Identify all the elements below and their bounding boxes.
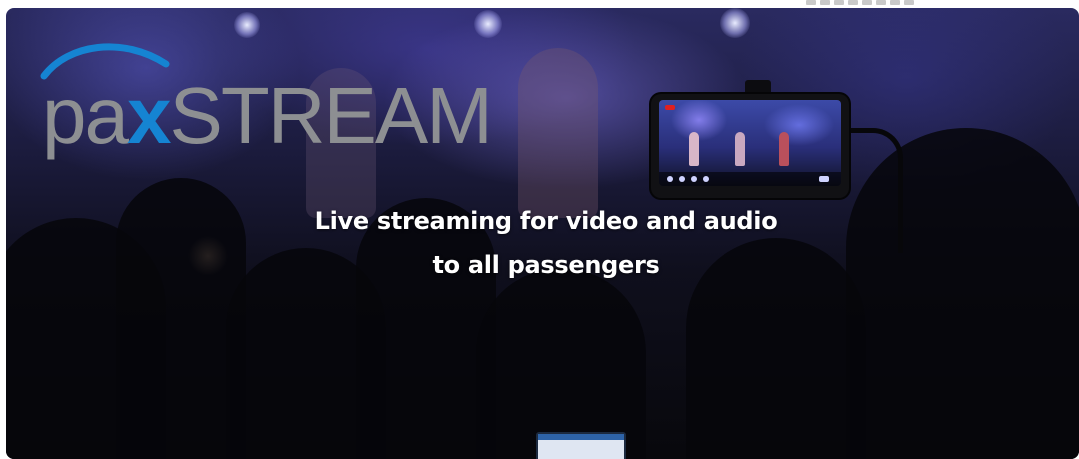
stage-light xyxy=(234,12,260,38)
phone-toolbar xyxy=(659,172,841,186)
logo-pa: pa xyxy=(42,71,129,160)
toolbar-icon xyxy=(679,176,685,182)
performer-figure xyxy=(689,132,699,166)
headline-line-2: to all passengers xyxy=(432,251,660,279)
stage-light xyxy=(474,10,502,38)
paxstream-logo: paxSTREAM xyxy=(38,36,508,156)
toolbar-icon xyxy=(703,176,709,182)
toolbar-icon xyxy=(667,176,673,182)
logo-stream: STREAM xyxy=(169,71,492,160)
stage-light xyxy=(720,8,750,38)
logo-wordmark: paxSTREAM xyxy=(42,76,493,156)
performer-silhouette xyxy=(518,48,598,218)
hero-headline: Live streaming for video and audio to al… xyxy=(6,199,1079,287)
toolbar-icon xyxy=(691,176,697,182)
top-right-decoration xyxy=(806,0,926,6)
headline-line-1: Live streaming for video and audio xyxy=(314,207,778,235)
logo-x: x xyxy=(126,71,171,160)
performer-figure xyxy=(779,132,789,166)
tablet-screen xyxy=(536,432,626,459)
smartphone-recording-icon xyxy=(651,94,849,198)
performer-figure xyxy=(735,132,745,166)
hero-banner: paxSTREAM Live streaming for video and a… xyxy=(6,8,1079,459)
record-indicator-icon xyxy=(665,105,675,110)
crowd-silhouette xyxy=(476,268,646,459)
toolbar-icon xyxy=(819,176,829,182)
phone-screen xyxy=(659,100,841,186)
